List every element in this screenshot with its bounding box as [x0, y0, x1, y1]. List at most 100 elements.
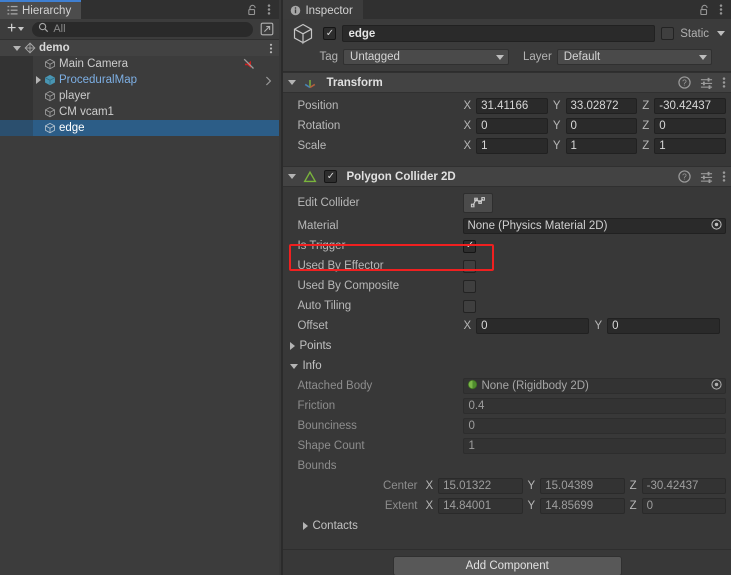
polygon-collider-2d-header[interactable]: ✓ Polygon Collider 2D ?	[283, 166, 731, 187]
layer-label: Layer	[523, 51, 552, 63]
shape-count-label: Shape Count	[297, 440, 365, 452]
info-label: Info	[302, 360, 322, 372]
collider-foldout-twisty[interactable]	[288, 174, 297, 179]
svg-text:?: ?	[682, 78, 687, 88]
axis-y-label: Y	[552, 140, 561, 152]
info-twisty-icon	[290, 363, 299, 369]
friction-row: Friction 0.4	[283, 396, 731, 416]
position-x-value: 31.41166	[481, 100, 529, 112]
axis-x-label: X	[463, 320, 472, 332]
auto-tiling-checkbox[interactable]	[463, 299, 477, 313]
lock-open-icon[interactable]	[247, 4, 258, 16]
scale-x-input[interactable]: 1	[476, 138, 548, 154]
help-icon[interactable]: ?	[678, 170, 691, 183]
create-gameobject-button[interactable]: +	[4, 21, 27, 37]
gameobject-enabled-checkbox[interactable]: ✓	[323, 27, 337, 40]
transform-axis-icon	[303, 76, 317, 90]
gameobject-name-input[interactable]: edge	[342, 25, 656, 42]
hierarchy-tree[interactable]: demo Main Camera ProceduralMap player CM…	[0, 40, 280, 575]
used-by-composite-checkbox[interactable]	[463, 279, 477, 293]
edit-collider-button[interactable]	[463, 193, 494, 213]
scale-z-input[interactable]: 1	[654, 138, 726, 154]
used-by-effector-checkbox[interactable]	[463, 259, 477, 273]
points-foldout[interactable]: Points	[283, 336, 731, 356]
rotation-label: Rotation	[297, 120, 341, 132]
scene-expand-twisty[interactable]	[11, 45, 22, 51]
rotation-x-input[interactable]: 0	[476, 118, 548, 134]
axis-x-label: X	[463, 120, 472, 132]
position-x-input[interactable]: 31.41166	[476, 98, 548, 114]
transform-component-header[interactable]: Transform ?	[283, 72, 731, 93]
shape-count-field: 1	[463, 438, 726, 454]
rotation-z-input[interactable]: 0	[654, 118, 726, 134]
kebab-menu-icon[interactable]	[722, 170, 726, 183]
transform-component-body: Position X 31.41166 Y 33.02872 Z -30.424…	[283, 93, 731, 160]
lock-open-icon[interactable]	[699, 4, 710, 16]
rotation-x-value: 0	[481, 120, 488, 132]
axis-z-label: Z	[642, 140, 650, 152]
kebab-menu-icon[interactable]	[722, 76, 726, 89]
position-z-input[interactable]: -30.42437	[654, 98, 726, 114]
gameobject-cube-icon	[44, 106, 56, 118]
static-dropdown-chevron-down-icon[interactable]	[717, 31, 725, 36]
help-icon[interactable]: ?	[678, 76, 691, 89]
is-trigger-checkbox[interactable]: ✓	[463, 239, 477, 253]
used-by-composite-label: Used By Composite	[297, 280, 400, 292]
info-foldout[interactable]: Info	[283, 356, 731, 376]
chevron-down-icon	[18, 27, 25, 31]
search-input[interactable]: All	[32, 21, 254, 37]
tag-dropdown[interactable]: Untagged	[343, 49, 510, 65]
tab-inspector[interactable]: Inspector	[283, 0, 363, 19]
open-in-window-icon[interactable]	[258, 21, 275, 37]
hierarchy-panel: Hierarchy + All demo Main Camera Procedu…	[0, 0, 280, 575]
scale-y-value: 1	[570, 140, 577, 152]
axis-x-label: X	[425, 480, 434, 492]
axis-z-label: Z	[642, 120, 650, 132]
hierarchy-item-label: Main Camera	[59, 58, 129, 70]
edit-collider-label: Edit Collider	[297, 197, 360, 209]
hierarchy-item-player[interactable]: player	[0, 88, 279, 104]
attached-body-object-field[interactable]: None (Rigidbody 2D)	[463, 378, 726, 394]
offset-row: Offset X 0 Y 0	[283, 316, 731, 336]
hierarchy-item-main-camera[interactable]: Main Camera	[0, 56, 279, 72]
hierarchy-item-proceduralmap[interactable]: ProceduralMap	[0, 72, 279, 88]
contacts-foldout[interactable]: Contacts	[283, 516, 731, 536]
hierarchy-item-edge[interactable]: edge	[0, 120, 280, 136]
material-object-field[interactable]: None (Physics Material 2D)	[463, 218, 726, 234]
object-picker-icon[interactable]	[711, 379, 722, 393]
preset-sliders-icon[interactable]	[700, 170, 713, 183]
scale-y-input[interactable]: 1	[565, 138, 638, 154]
rotation-y-input[interactable]: 0	[565, 118, 638, 134]
hierarchy-item-label: CM vcam1	[59, 106, 114, 118]
transform-position-row: Position X 31.41166 Y 33.02872 Z -30.424…	[283, 96, 731, 116]
object-picker-icon[interactable]	[711, 219, 722, 233]
hierarchy-item-cm-vcam1[interactable]: CM vcam1	[0, 104, 279, 120]
position-y-input[interactable]: 33.02872	[565, 98, 638, 114]
center-x-value: 15.01322	[443, 480, 492, 492]
extent-z-field: 0	[641, 498, 727, 514]
proceduralmap-expand-twisty[interactable]	[33, 76, 44, 84]
shape-count-row: Shape Count 1	[283, 436, 731, 456]
contacts-twisty-icon	[303, 522, 309, 530]
kebab-menu-icon[interactable]	[267, 3, 271, 16]
points-label: Points	[299, 340, 332, 352]
add-component-button[interactable]: Add Component	[392, 556, 622, 575]
axis-z-label: Z	[629, 500, 637, 512]
layer-dropdown[interactable]: Default	[556, 49, 712, 65]
scene-kebab-menu-icon[interactable]	[269, 43, 273, 57]
gameobject-header: ✓ edge Static Tag Untagged Layer Default	[283, 19, 731, 72]
offset-y-input[interactable]: 0	[607, 318, 721, 334]
kebab-menu-icon[interactable]	[719, 3, 723, 16]
hierarchy-item-scene[interactable]: demo	[0, 40, 280, 57]
collider-enabled-checkbox[interactable]: ✓	[324, 170, 338, 183]
transform-foldout-twisty[interactable]	[288, 80, 297, 85]
static-checkbox[interactable]	[661, 27, 675, 40]
offset-x-input[interactable]: 0	[476, 318, 590, 334]
preset-sliders-icon[interactable]	[700, 76, 713, 89]
position-label: Position	[297, 100, 339, 112]
transform-title: Transform	[326, 76, 383, 89]
axis-y-label: Y	[527, 500, 536, 512]
tab-hierarchy[interactable]: Hierarchy	[0, 0, 82, 19]
hierarchy-tab-icons	[247, 0, 275, 19]
bounds-center-row: Center X 15.01322 Y 15.04389 Z -30.42437	[283, 476, 731, 496]
